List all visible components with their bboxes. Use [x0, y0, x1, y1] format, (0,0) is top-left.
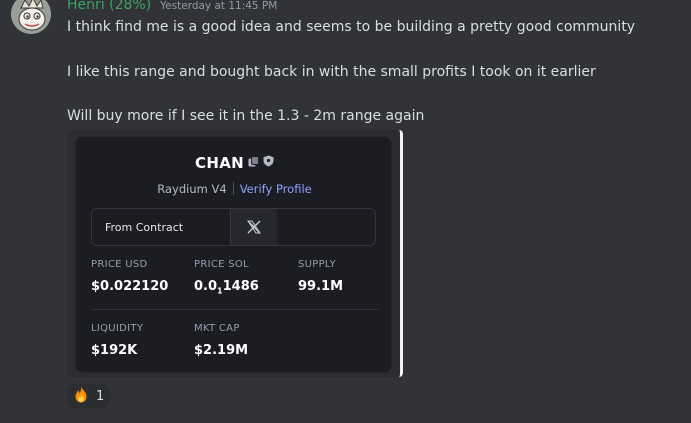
token-title: CHAN [76, 154, 393, 173]
reaction-count: 1 [96, 388, 105, 404]
shield-icon[interactable] [263, 153, 274, 171]
supply-value: 99.1M [298, 279, 344, 294]
fire-icon [73, 386, 89, 407]
copy-icon[interactable] [248, 153, 259, 171]
token-symbol: CHAN [195, 154, 244, 172]
username[interactable]: Henri (28%) [67, 0, 151, 13]
pepe-king-avatar-icon [11, 0, 51, 34]
verify-profile-link[interactable]: Verify Profile [240, 182, 312, 196]
mkt-cap-value: $2.19M [194, 343, 249, 358]
message-header: Henri (28%) Yesterday at 11:45 PM [67, 0, 277, 17]
timestamp[interactable]: Yesterday at 11:45 PM [160, 0, 277, 12]
link-embed: CHAN Raydium V4 Verify Profile From Contr… [67, 130, 403, 377]
liquidity-label: LIQUIDITY [91, 323, 144, 334]
reaction-fire[interactable]: 1 [67, 384, 110, 408]
message-line: I think find me is a good idea and seems… [67, 19, 636, 35]
liquidity-value: $192K [91, 343, 138, 358]
supply-label: SUPPLY [298, 259, 336, 270]
price-usd-label: PRICE USD [91, 259, 148, 270]
x-logo-icon[interactable] [231, 209, 277, 245]
token-card[interactable]: CHAN Raydium V4 Verify Profile From Contr… [75, 136, 392, 373]
mkt-cap-label: MKT CAP [194, 323, 240, 334]
from-contract-button[interactable]: From Contract [92, 209, 231, 245]
price-sol-value: 0.011486 [194, 279, 259, 296]
price-sol-digits: 1486 [222, 279, 259, 294]
token-subtitle: Raydium V4 Verify Profile [76, 182, 393, 196]
message-line: Will buy more if I see it in the 1.3 - 2… [67, 108, 425, 124]
price-usd-value: $0.022120 [91, 279, 169, 294]
price-sol-label: PRICE SOL [194, 259, 249, 270]
message-line: I like this range and bought back in wit… [67, 64, 596, 80]
stats-divider [91, 309, 378, 310]
contract-row: From Contract [91, 208, 376, 246]
chat-message: Henri (28%) Yesterday at 11:45 PM I thin… [0, 0, 691, 423]
divider [232, 182, 234, 195]
dex-name: Raydium V4 [157, 182, 227, 196]
avatar[interactable] [11, 0, 51, 34]
price-sol-prefix: 0.0 [194, 279, 218, 294]
